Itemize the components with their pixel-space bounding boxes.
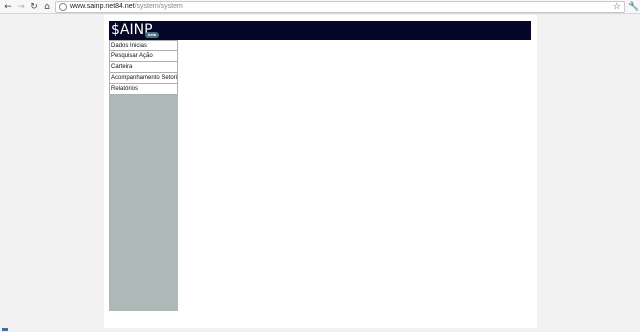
sidebar-item-carteira[interactable]: Carteira xyxy=(109,62,178,73)
star-icon[interactable]: ☆ xyxy=(613,2,621,12)
status-icon xyxy=(2,328,8,331)
sidebar-item-relatorios[interactable]: Relatórios xyxy=(109,84,178,95)
url-path: /system/system xyxy=(134,3,183,10)
sidebar-item-acompanhamento-setorial[interactable]: Acompanhamento Setorial xyxy=(109,73,178,84)
address-bar[interactable]: www.sainp.net84.net/system/system ☆ xyxy=(55,1,625,13)
url-host: www.sainp.net84.net xyxy=(70,3,135,10)
reload-icon[interactable]: ↻ xyxy=(29,2,39,12)
page-content: $AINP beta Dados Inicias Pesquisar Ação … xyxy=(104,15,537,328)
beta-badge: beta xyxy=(145,32,160,38)
site-header: $AINP beta xyxy=(109,21,531,40)
back-arrow-icon[interactable]: ← xyxy=(3,2,13,12)
sidebar-menu: Dados Inicias Pesquisar Ação Carteira Ac… xyxy=(109,40,178,311)
wrench-icon[interactable]: 🔧 xyxy=(628,2,639,12)
sidebar-item-dados-inicias[interactable]: Dados Inicias xyxy=(109,40,178,51)
page-icon xyxy=(59,3,67,11)
sidebar-item-pesquisar-acao[interactable]: Pesquisar Ação xyxy=(109,51,178,62)
url-text[interactable]: www.sainp.net84.net/system/system xyxy=(70,2,183,12)
browser-toolbar: ← → ↻ ⌂ www.sainp.net84.net/system/syste… xyxy=(0,0,640,14)
forward-arrow-icon[interactable]: → xyxy=(16,2,26,12)
home-icon[interactable]: ⌂ xyxy=(42,2,52,12)
